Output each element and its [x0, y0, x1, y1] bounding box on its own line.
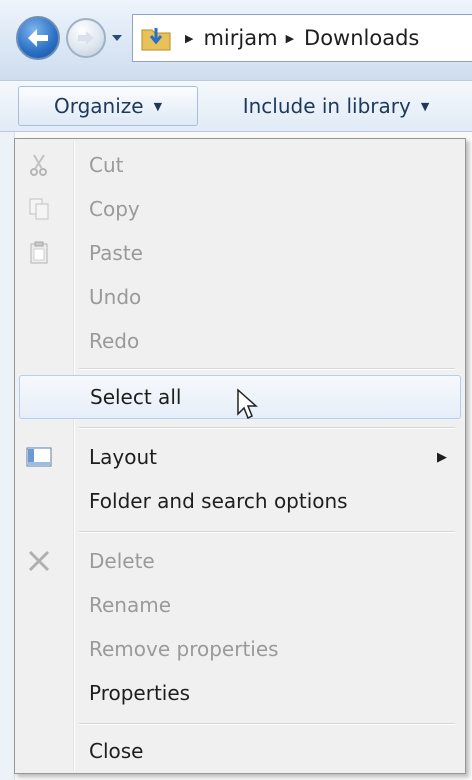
folder-download-icon — [141, 28, 171, 51]
navigation-pane-edge — [0, 132, 15, 780]
back-arrow-icon — [28, 29, 48, 47]
menu-item-layout[interactable]: Layout ▶ — [19, 437, 461, 477]
menu-item-delete[interactable]: Delete — [19, 541, 461, 581]
menu-item-label: Folder and search options — [89, 489, 348, 513]
back-button[interactable] — [16, 16, 60, 60]
clipboard-icon — [25, 239, 53, 267]
history-dropdown[interactable] — [110, 28, 124, 48]
breadcrumb-separator-icon: ▶ — [285, 31, 295, 45]
organize-menu: Cut Copy Paste Undo Redo Select all Layo… — [14, 138, 466, 774]
menu-item-label: Close — [89, 739, 144, 763]
menu-item-properties[interactable]: Properties — [19, 673, 461, 713]
menu-item-redo[interactable]: Redo — [19, 321, 461, 361]
menu-item-label: Paste — [89, 241, 143, 265]
menu-item-cut[interactable]: Cut — [19, 145, 461, 185]
submenu-arrow-icon: ▶ — [437, 449, 447, 465]
menu-item-copy[interactable]: Copy — [19, 189, 461, 229]
menu-item-undo[interactable]: Undo — [19, 277, 461, 317]
file-list-area[interactable]: Cut Copy Paste Undo Redo Select all Layo… — [0, 132, 472, 780]
history-dropdown-icon — [112, 35, 122, 41]
menu-item-remove-properties[interactable]: Remove properties — [19, 629, 461, 669]
menu-item-label: Undo — [89, 285, 142, 309]
organize-button[interactable]: Organize ▼ — [18, 86, 198, 126]
menu-item-label: Select all — [90, 385, 182, 409]
breadcrumb-item[interactable]: mirjam — [203, 26, 277, 50]
forward-arrow-icon — [78, 31, 94, 45]
scissors-icon — [25, 151, 53, 179]
delete-x-icon — [25, 547, 53, 575]
menu-separator — [79, 723, 455, 725]
layout-icon — [25, 443, 53, 471]
menu-item-label: Redo — [89, 329, 140, 353]
menu-separator — [79, 427, 455, 429]
include-in-library-button[interactable]: Include in library ▼ — [216, 86, 456, 126]
address-bar: ▶ mirjam ▶ Downloads — [0, 0, 472, 80]
menu-item-label: Cut — [89, 153, 124, 177]
menu-item-close[interactable]: Close — [19, 731, 461, 771]
breadcrumb-separator-icon: ▶ — [185, 31, 194, 45]
menu-item-label: Layout — [89, 445, 157, 469]
menu-item-label: Delete — [89, 549, 155, 573]
breadcrumb[interactable]: ▶ mirjam ▶ Downloads — [132, 14, 472, 62]
menu-item-folder-options[interactable]: Folder and search options — [19, 481, 461, 521]
include-in-library-label: Include in library — [242, 94, 411, 118]
menu-item-label: Remove properties — [89, 637, 279, 661]
copy-icon — [25, 195, 53, 223]
menu-item-label: Properties — [89, 681, 191, 705]
menu-item-label: Copy — [89, 197, 140, 221]
command-toolbar: Organize ▼ Include in library ▼ — [0, 80, 472, 132]
chevron-down-icon: ▼ — [420, 99, 430, 113]
menu-item-rename[interactable]: Rename — [19, 585, 461, 625]
menu-separator — [79, 368, 455, 370]
organize-label: Organize — [53, 94, 144, 118]
menu-item-label: Rename — [89, 593, 172, 617]
mouse-pointer-icon — [237, 388, 258, 420]
menu-item-paste[interactable]: Paste — [19, 233, 461, 273]
chevron-down-icon: ▼ — [153, 99, 163, 113]
menu-separator — [79, 531, 455, 533]
forward-button[interactable] — [66, 18, 106, 58]
breadcrumb-item[interactable]: Downloads — [304, 26, 419, 50]
